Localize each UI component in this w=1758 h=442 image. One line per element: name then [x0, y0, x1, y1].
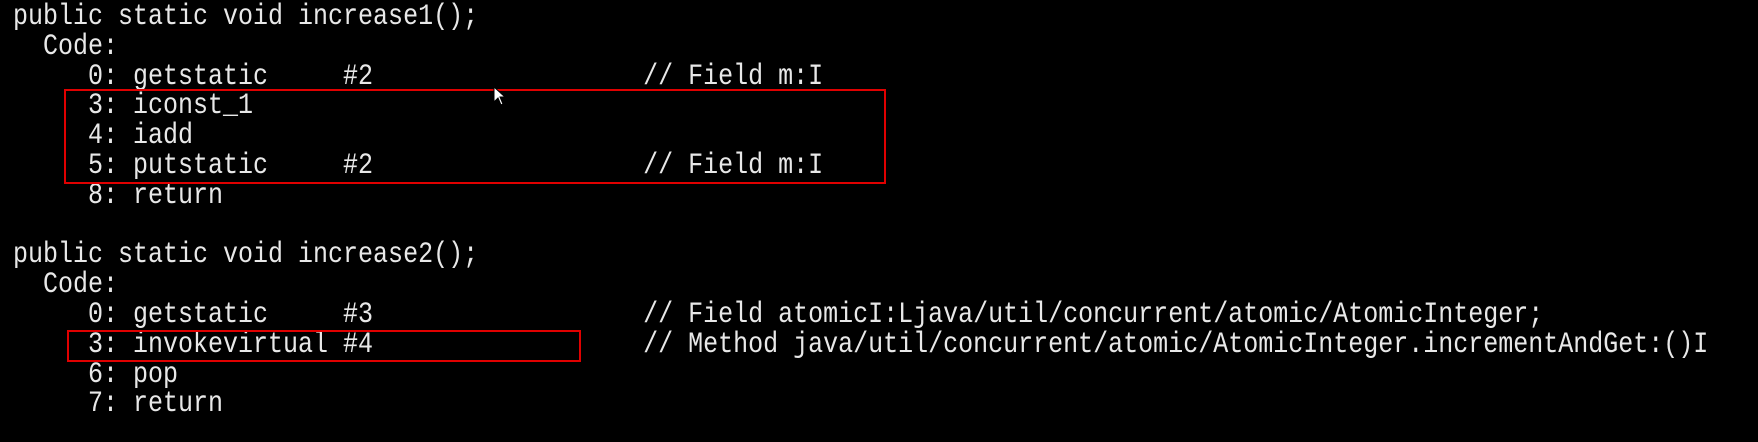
highlight-box-increase1 [64, 89, 886, 184]
bytecode-line: 7: return [13, 386, 224, 421]
mouse-pointer-icon [493, 85, 507, 111]
highlight-box-increase2 [67, 330, 581, 362]
